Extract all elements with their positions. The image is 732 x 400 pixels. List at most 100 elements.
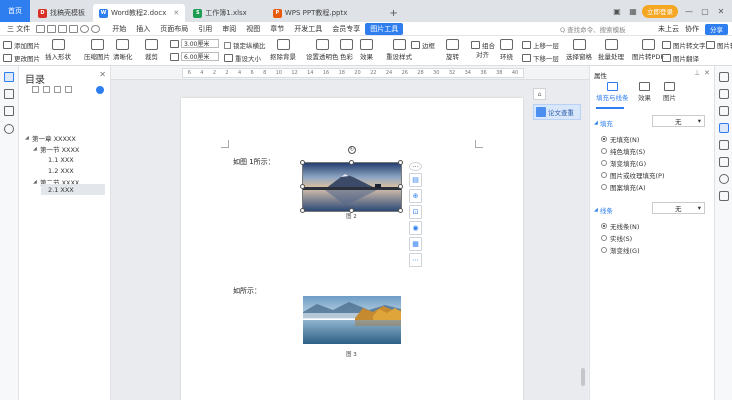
- preview-icon[interactable]: [69, 24, 79, 33]
- collapse-triangle-icon[interactable]: ◢: [594, 120, 598, 126]
- radio-button[interactable]: [601, 223, 607, 229]
- menu-member[interactable]: 会员专享: [327, 24, 365, 34]
- radio-button[interactable]: [601, 160, 607, 166]
- reset-style-button[interactable]: 重设样式: [386, 39, 412, 61]
- fill-option[interactable]: 图片或纹理填充(P): [601, 170, 665, 180]
- caption-2[interactable]: 图 3: [346, 350, 357, 358]
- chevron-down-icon[interactable]: ◢: [33, 146, 40, 152]
- reset-size-button[interactable]: 重设大小: [224, 53, 261, 63]
- width-field[interactable]: 6.00厘米: [170, 52, 219, 61]
- toc-item[interactable]: ◢ 第一章 XXXXX: [25, 132, 109, 143]
- find-icon[interactable]: [4, 124, 14, 134]
- clarity-button[interactable]: 清晰化: [113, 39, 133, 61]
- zoom-icon[interactable]: ⊕: [409, 189, 422, 203]
- back-to-top-icon[interactable]: ⌂: [533, 88, 546, 100]
- chevron-down-icon[interactable]: ◢: [33, 179, 40, 185]
- add-tab-button[interactable]: +: [389, 4, 397, 22]
- chevron-down-icon[interactable]: ◢: [25, 135, 32, 141]
- layout-icon[interactable]: ▣: [610, 4, 624, 18]
- menu-view[interactable]: 视图: [241, 24, 265, 34]
- cutout-bg-button[interactable]: 抠除背景: [270, 39, 296, 61]
- close-icon[interactable]: ✕: [173, 9, 179, 17]
- paragraph-1[interactable]: 如图 1所示：: [233, 157, 275, 167]
- close-icon[interactable]: ✕: [99, 70, 106, 79]
- selection-pane-button[interactable]: 选择窗格: [566, 39, 592, 61]
- tab-template[interactable]: D 找稿壳模板: [32, 4, 91, 22]
- pic-print-button[interactable]: 图片转: [706, 40, 732, 50]
- bring-forward-button[interactable]: 上移一层: [522, 40, 559, 50]
- close-window-icon[interactable]: ✕: [714, 4, 728, 18]
- properties-icon[interactable]: [719, 123, 729, 133]
- line-option[interactable]: 无线条(N): [601, 221, 639, 231]
- toc-item-selected[interactable]: 2.1 XXX: [41, 184, 105, 195]
- color-button[interactable]: 色彩: [340, 39, 353, 61]
- resize-handle[interactable]: [349, 160, 354, 165]
- layout-options-icon[interactable]: ▤: [409, 173, 422, 187]
- grid-icon[interactable]: ▦: [626, 4, 640, 18]
- transparent-color-button[interactable]: 设置透明色: [306, 39, 339, 61]
- compress-button[interactable]: 压缩图片: [84, 39, 110, 61]
- resize-handle[interactable]: [300, 160, 305, 165]
- fill-section-header[interactable]: ◢ 填充: [594, 118, 613, 128]
- paper-check-button[interactable]: 论文查重: [533, 104, 581, 120]
- document-page[interactable]: 如图 1所示： ↻ 图 2 ··· ▤ ⊕ ⊡ ◉ ▦ ⋯ 如所示： 图 3: [181, 98, 523, 400]
- resize-handle[interactable]: [398, 160, 403, 165]
- share-button[interactable]: 分享: [705, 23, 728, 35]
- toc-item[interactable]: ◢ 第一节 XXXX: [33, 143, 109, 154]
- extract-text-icon[interactable]: ▦: [409, 237, 422, 251]
- line-option[interactable]: 实线(S): [601, 233, 632, 243]
- toc-item[interactable]: 1.2 XXX: [41, 165, 109, 176]
- pic-translate-button[interactable]: 图片翻译: [662, 53, 699, 63]
- home-tab[interactable]: 首页: [0, 0, 30, 22]
- tab-effects[interactable]: 效果: [638, 82, 651, 102]
- collapse-icon[interactable]: [43, 86, 50, 93]
- sync-icon[interactable]: [719, 191, 729, 201]
- open-icon[interactable]: [47, 24, 57, 33]
- menu-review[interactable]: 审阅: [217, 24, 241, 34]
- resize-handle[interactable]: [300, 208, 305, 213]
- close-icon[interactable]: ✕: [704, 69, 710, 77]
- line-select[interactable]: 无 ▾: [652, 202, 705, 214]
- menu-section[interactable]: 章节: [265, 24, 289, 34]
- toc-icon[interactable]: [4, 72, 14, 82]
- radio-button[interactable]: [601, 235, 607, 241]
- fill-option[interactable]: 图案填充(A): [601, 182, 646, 192]
- menu-developer[interactable]: 开发工具: [289, 24, 327, 34]
- undo-icon[interactable]: [80, 24, 90, 33]
- insert-shape-button[interactable]: 插入形状: [45, 39, 71, 61]
- crop-icon[interactable]: ⊡: [409, 205, 422, 219]
- add-picture-button[interactable]: 添加图片: [3, 40, 40, 50]
- width-input[interactable]: 6.00厘米: [181, 52, 219, 61]
- login-button[interactable]: 立即登录: [642, 4, 678, 18]
- collab-button[interactable]: 协作: [685, 24, 699, 34]
- file-menu[interactable]: 三 文件: [2, 24, 35, 34]
- pic-to-text-button[interactable]: 图片转文字: [662, 40, 706, 50]
- batch-process-button[interactable]: 批量处理: [598, 39, 624, 61]
- toc-item[interactable]: 1.1 XXX: [41, 154, 109, 165]
- command-search[interactable]: Q 查找命令、搜索模板: [560, 24, 652, 34]
- fill-select[interactable]: 无 ▾: [652, 115, 705, 127]
- menu-references[interactable]: 引用: [193, 24, 217, 34]
- effects-button[interactable]: 效果: [360, 39, 373, 61]
- collapse-triangle-icon[interactable]: ◢: [594, 207, 598, 213]
- fill-option[interactable]: 纯色填充(S): [601, 146, 645, 156]
- menu-page-layout[interactable]: 页面布局: [155, 24, 193, 34]
- more-icon[interactable]: ···: [409, 162, 422, 171]
- caption-1[interactable]: 图 2: [346, 212, 357, 220]
- paragraph-2[interactable]: 如所示：: [233, 286, 261, 296]
- sliders-icon[interactable]: [719, 140, 729, 150]
- tab-presentation[interactable]: P WPS PPT教程.pptx: [267, 4, 354, 22]
- menu-insert[interactable]: 插入: [131, 24, 155, 34]
- cursor-icon[interactable]: [719, 89, 729, 99]
- cloud-status[interactable]: 未上云: [658, 24, 679, 34]
- checkbox[interactable]: [224, 41, 231, 49]
- settings-icon[interactable]: [65, 86, 72, 93]
- more-options-icon[interactable]: ⋯: [409, 253, 422, 267]
- line-section-header[interactable]: ◢ 线条: [594, 205, 613, 215]
- radio-button[interactable]: [601, 172, 607, 178]
- folder-icon[interactable]: [4, 89, 14, 99]
- level-icon[interactable]: [54, 86, 61, 93]
- height-field[interactable]: 3.00厘米: [170, 39, 219, 48]
- crop-button[interactable]: 裁剪: [145, 39, 158, 61]
- menu-home[interactable]: 开始: [107, 24, 131, 34]
